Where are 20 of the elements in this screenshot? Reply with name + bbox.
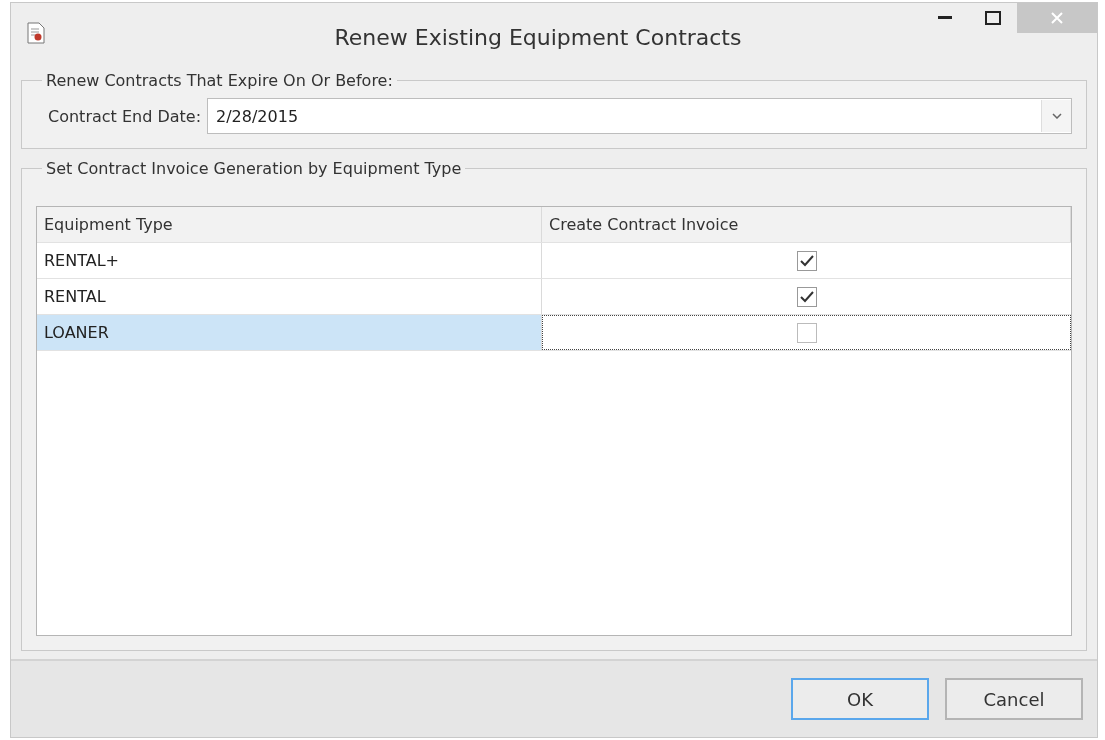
close-icon [1051,12,1063,24]
checkbox[interactable] [796,322,817,343]
checkmark-icon [799,254,814,267]
group-legend: Renew Contracts That Expire On Or Before: [42,71,397,90]
checkbox[interactable] [796,286,817,307]
date-field[interactable]: 2/28/2015 [207,98,1072,134]
chevron-down-icon [1051,113,1062,119]
window-title: Renew Existing Equipment Contracts [333,24,743,50]
group-legend: Set Contract Invoice Generation by Equipment Type [42,159,466,178]
maximize-icon [985,11,1001,25]
column-header[interactable]: Create Contract Invoice [542,207,1071,242]
column-header[interactable]: Equipment Type [37,207,542,242]
ok-button[interactable]: OK [791,678,929,720]
field-label: Contract End Date: [48,106,202,126]
checkbox[interactable] [796,250,817,271]
document-icon [27,22,45,44]
minimize-icon [938,16,952,20]
cancel-button[interactable]: Cancel [945,678,1083,720]
checkmark-icon [799,290,814,303]
table-cell[interactable]: LOANER [37,315,542,350]
